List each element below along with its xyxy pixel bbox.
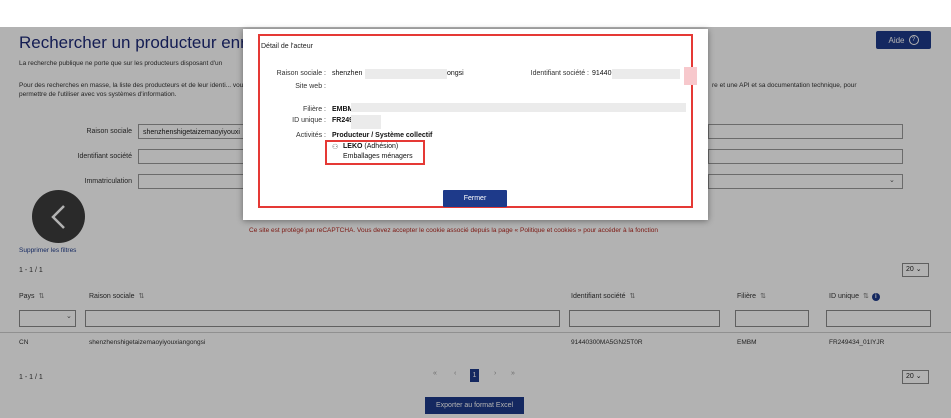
actor-detail-modal: Détail de l'acteur Raison sociale : shen… (243, 29, 708, 220)
id-unique-label: ID unique : (292, 117, 326, 124)
redacted-area (612, 69, 680, 79)
browser-top-bar (0, 0, 951, 27)
eco-organisme-entry: LEKO (Adhésion) (343, 143, 399, 150)
raison-sociale-label: Raison sociale : (276, 70, 326, 77)
redacted-area (684, 67, 697, 85)
identifiant-label: Identifiant société : (530, 70, 589, 77)
id-unique-value: FR249 (332, 117, 354, 124)
redacted-area (365, 69, 447, 79)
site-web-label: Site web : (295, 83, 326, 90)
raison-sociale-value-end: ongsi (447, 70, 464, 77)
group-icon: ⚇ (332, 144, 339, 151)
identifiant-value: 91440 (592, 70, 612, 77)
redacted-area (351, 103, 686, 112)
close-button[interactable]: Fermer (443, 190, 507, 207)
redacted-area (351, 115, 381, 129)
raison-sociale-value-start: shenzhen (332, 70, 363, 77)
modal-title: Détail de l'acteur (261, 43, 313, 50)
filiere-label: Filière : (303, 106, 326, 113)
activites-value: Producteur / Système collectif (332, 132, 433, 139)
eco-organisme-category: Emballages ménagers (343, 153, 413, 160)
activites-label: Activités : (296, 132, 326, 139)
